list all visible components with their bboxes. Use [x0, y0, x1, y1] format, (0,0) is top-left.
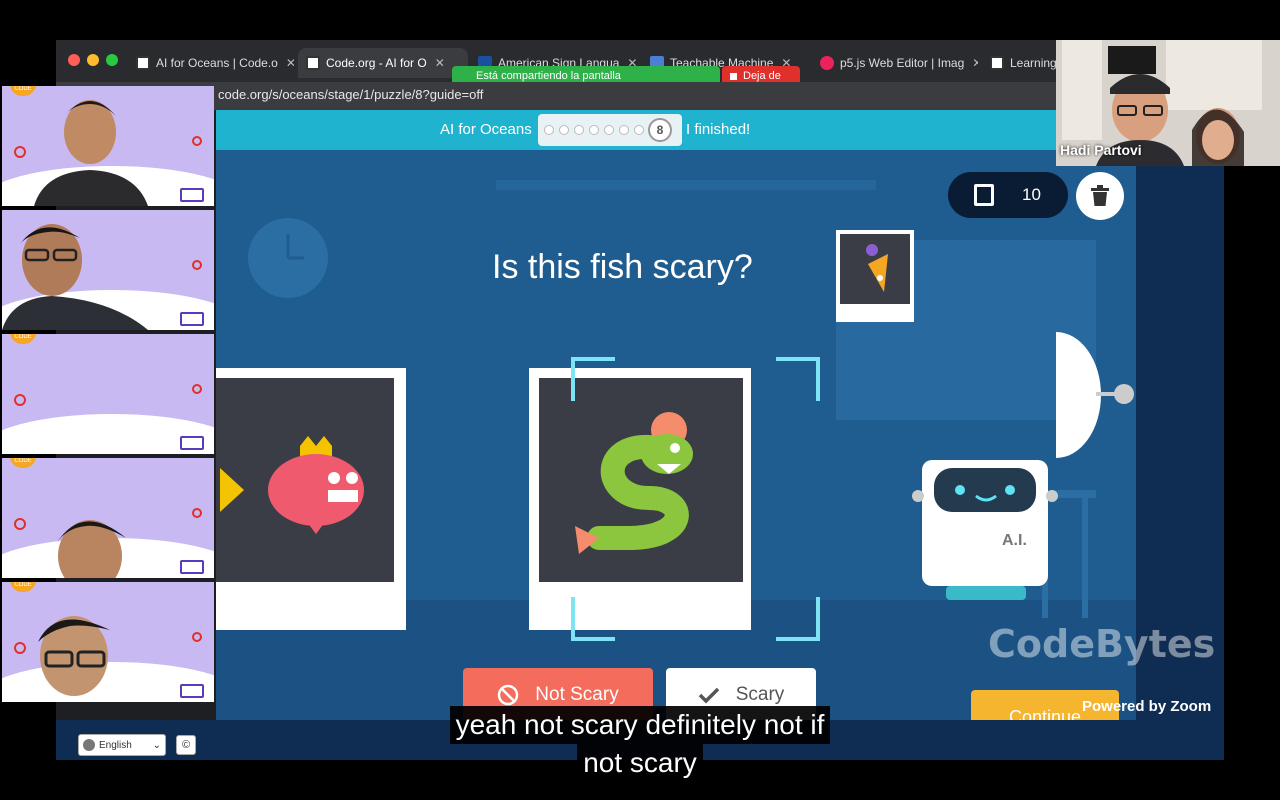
tab-code-org-active[interactable]: Code.org - AI for O ✕	[298, 48, 468, 78]
thumbnail-image	[840, 234, 910, 304]
laptop-icon	[180, 684, 204, 698]
speaker-name: Hadi Partovi	[1060, 142, 1142, 158]
trash-icon	[1091, 185, 1109, 206]
stack-icon	[974, 184, 994, 206]
progress-dot[interactable]	[589, 125, 599, 135]
record-icon	[192, 260, 202, 270]
active-speaker-video[interactable]: Hadi Partovi	[1056, 40, 1280, 166]
progress-dot[interactable]	[574, 125, 584, 135]
code-org-favicon-icon	[990, 56, 1004, 70]
participant-tile[interactable]: CODE	[2, 582, 214, 702]
counter-value: 10	[1022, 185, 1041, 204]
p5js-favicon-icon	[820, 56, 834, 70]
fish-card-current	[529, 368, 751, 630]
code-org-favicon-icon	[306, 56, 320, 70]
close-tab-icon[interactable]: ✕	[286, 56, 294, 70]
progress-dot[interactable]	[619, 125, 629, 135]
stop-share-label: Deja de	[743, 70, 781, 82]
sea-serpent-fish-icon	[575, 412, 693, 554]
caption-overlay: yeah not scary definitely not if not sca…	[0, 706, 1280, 782]
tab-ai-for-oceans[interactable]: AI for Oceans | Code.o ✕	[128, 48, 294, 78]
tab-learning[interactable]: Learning	[982, 48, 1062, 78]
share-banner-text: Está compartiendo la pantalla	[476, 70, 621, 82]
reference-fish-thumbnail	[836, 230, 914, 322]
participant-video	[2, 224, 148, 330]
close-tab-icon[interactable]: ✕	[435, 56, 445, 70]
fish-card-previous	[216, 368, 406, 630]
puzzle-progress: 8	[538, 114, 682, 146]
focus-bracket	[571, 597, 615, 641]
fish-counter: 10	[948, 172, 1068, 218]
tab-label: AI for Oceans | Code.o	[156, 56, 278, 70]
trash-button[interactable]	[1076, 172, 1124, 220]
participant-video	[56, 520, 126, 578]
scary-label: Scary	[735, 684, 785, 705]
maximize-window-button[interactable]	[106, 54, 118, 66]
participant-tile[interactable]: CODE	[2, 458, 214, 578]
code-logo-icon: CODE	[10, 458, 36, 468]
progress-dot[interactable]	[604, 125, 614, 135]
participant-video	[34, 100, 148, 206]
minimize-window-button[interactable]	[87, 54, 99, 66]
stage-right-panel	[1136, 150, 1224, 760]
laptop-icon	[180, 560, 204, 574]
close-window-button[interactable]	[68, 54, 80, 66]
fish-card-image	[539, 378, 743, 582]
robot-label: A.I.	[1002, 532, 1027, 549]
focus-bracket	[571, 357, 615, 401]
finished-link[interactable]: I finished!	[686, 121, 750, 138]
address-bar[interactable]: code.org/s/oceans/stage/1/puzzle/8?guide…	[56, 82, 1224, 110]
close-tab-icon[interactable]: ✕	[972, 56, 978, 70]
url-text[interactable]: code.org/s/oceans/stage/1/puzzle/8?guide…	[218, 87, 483, 102]
record-icon	[192, 632, 202, 642]
current-puzzle-number[interactable]: 8	[648, 118, 672, 142]
question-text: Is this fish scary?	[492, 248, 753, 286]
tab-label: p5.js Web Editor | Imag	[840, 56, 965, 70]
progress-dot[interactable]	[544, 125, 554, 135]
laptop-icon	[180, 436, 204, 450]
tab-p5js-editor[interactable]: p5.js Web Editor | Imag ✕	[812, 48, 978, 78]
screen: AI for Oceans | Code.o ✕ Code.org - AI f…	[0, 0, 1280, 800]
tab-bar: AI for Oceans | Code.o ✕ Code.org - AI f…	[56, 40, 1224, 86]
fish-card-image	[216, 378, 394, 582]
code-logo-icon: CODE	[10, 334, 36, 344]
record-icon	[14, 518, 26, 530]
checkmark-icon	[698, 687, 719, 704]
participant-tile[interactable]: CODE	[2, 334, 214, 454]
participant-video	[38, 616, 110, 696]
progress-dot[interactable]	[634, 125, 644, 135]
tab-label: Code.org - AI for O	[326, 56, 427, 70]
record-icon	[192, 384, 202, 394]
laptop-icon	[180, 312, 204, 326]
ai-robot-illustration	[912, 332, 1134, 600]
tab-label: Learning	[1010, 56, 1057, 70]
caption-line: yeah not scary definitely not if	[449, 706, 831, 744]
focus-bracket	[776, 597, 820, 641]
record-icon	[14, 394, 26, 406]
small-fish-icon	[866, 244, 888, 292]
record-icon	[14, 642, 26, 654]
no-icon	[498, 684, 519, 706]
caption-line: not scary	[577, 744, 703, 782]
participant-tile[interactable]	[2, 210, 214, 330]
code-org-favicon-icon	[136, 56, 150, 70]
crowned-fish-icon	[220, 436, 364, 534]
participant-tile[interactable]: CODE	[2, 86, 214, 206]
codebytes-watermark: CodeBytes	[988, 622, 1216, 666]
record-icon	[192, 136, 202, 146]
not-scary-label: Not Scary	[535, 684, 619, 705]
record-icon	[192, 508, 202, 518]
progress-dot[interactable]	[559, 125, 569, 135]
focus-bracket	[776, 357, 820, 401]
lesson-title[interactable]: AI for Oceans	[440, 121, 532, 138]
stop-icon	[730, 72, 737, 80]
